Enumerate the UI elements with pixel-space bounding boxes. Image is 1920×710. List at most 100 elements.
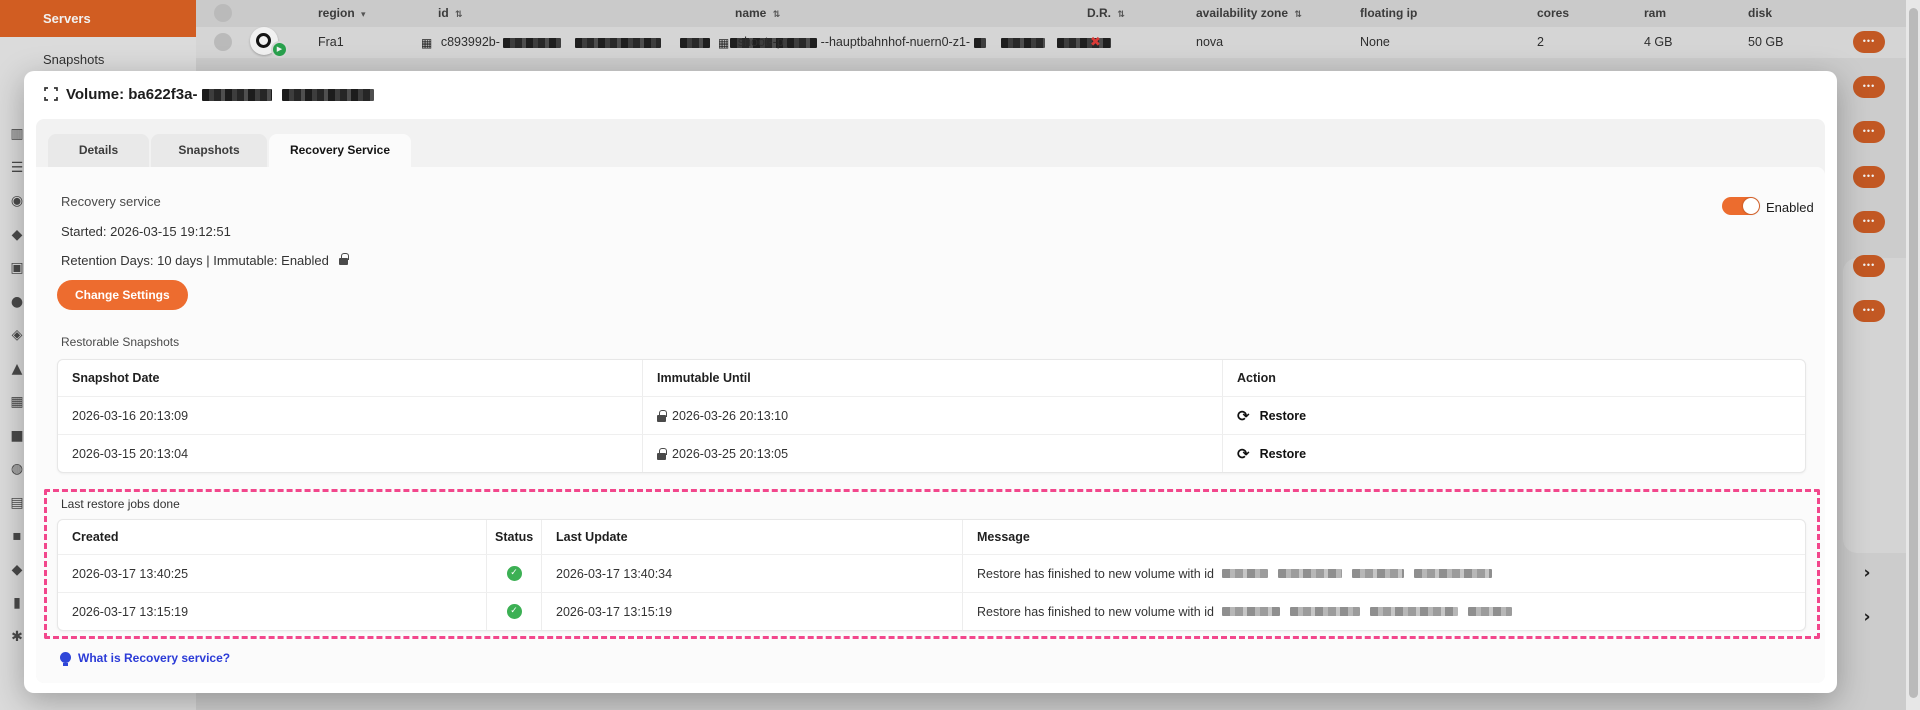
os-ring-icon — [256, 33, 271, 48]
toggle-label: Enabled — [1766, 200, 1814, 215]
cell-disk: 50 GB — [1748, 35, 1783, 49]
modal-title: Volume: ba622f3a- — [66, 86, 374, 103]
recovery-service-label: Recovery service — [61, 194, 161, 209]
column-header-floating-ip[interactable]: floating ip — [1360, 6, 1417, 20]
sort-icon: ⇅ — [773, 10, 781, 20]
recovery-started-text: Started: 2026-03-15 19:12:51 — [61, 224, 231, 239]
header-created: Created — [58, 520, 487, 554]
cell-status: ✓ — [487, 555, 542, 592]
row-actions-button[interactable]: ••• — [1853, 166, 1885, 188]
redacted-volume-id — [202, 89, 272, 101]
cell-message: Restore has finished to new volume with … — [963, 555, 1805, 592]
dr-disabled-icon: ✖ — [1090, 35, 1101, 50]
cell-cores: 2 — [1537, 35, 1544, 49]
cell-region: Fra1 — [318, 35, 344, 49]
cell-status: ✓ — [487, 593, 542, 630]
success-check-icon: ✓ — [507, 604, 522, 619]
header-status: Status — [487, 520, 542, 554]
restore-icon: ⟳ — [1237, 445, 1250, 463]
cell-snapshot-date: 2026-03-15 20:13:04 — [58, 435, 643, 472]
lock-icon — [657, 453, 666, 460]
app-root: Servers Snapshots ▥ ☰ ◉ ◆ ▣ ● ◈ ▲ ▦ ■ ◍ … — [0, 0, 1920, 710]
header-snapshot-date: Snapshot Date — [58, 360, 643, 396]
column-header-availability-zone[interactable]: availability zone ⇅ — [1196, 6, 1302, 20]
redacted-volume-id — [1352, 569, 1404, 578]
success-check-icon: ✓ — [507, 566, 522, 581]
redacted-id — [503, 38, 561, 48]
lock-icon — [657, 415, 666, 422]
fullscreen-expand-icon[interactable] — [44, 87, 58, 101]
redacted-volume-id — [1414, 569, 1492, 578]
toggle-knob — [1743, 198, 1759, 214]
restorable-snapshots-table: Snapshot Date Immutable Until Action 202… — [57, 359, 1806, 473]
cell-name: ▦ shoot--p --hauptbahnhof-nuern0-z1- — [718, 35, 1111, 50]
row-actions-button[interactable]: ••• — [1853, 255, 1885, 277]
cell-last-update: 2026-03-17 13:40:34 — [542, 555, 963, 592]
tab-details[interactable]: Details — [48, 134, 149, 167]
cell-action: ⟳ Restore — [1223, 397, 1805, 434]
cell-ram: 4 GB — [1644, 35, 1673, 49]
cell-last-update: 2026-03-17 13:15:19 — [542, 593, 963, 630]
copy-id-icon[interactable]: ▦ — [421, 36, 432, 50]
header-message: Message — [963, 520, 1805, 554]
redacted-volume-id — [282, 89, 374, 101]
cell-snapshot-date: 2026-03-16 20:13:09 — [58, 397, 643, 434]
expand-row-chevron[interactable]: › — [1858, 563, 1876, 583]
redacted-name — [787, 38, 817, 48]
expand-row-chevron[interactable]: › — [1858, 607, 1876, 627]
lightbulb-icon — [60, 652, 71, 663]
restore-button[interactable]: ⟳ Restore — [1237, 407, 1306, 425]
table-header-row: Created Status Last Update Message — [58, 520, 1805, 554]
last-restore-jobs-label: Last restore jobs done — [61, 497, 180, 511]
row-actions-button[interactable]: ••• — [1853, 31, 1885, 53]
redacted-volume-id — [1278, 569, 1342, 578]
tab-recovery-service[interactable]: Recovery Service — [269, 134, 411, 167]
table-row: 2026-03-17 13:40:25 ✓ 2026-03-17 13:40:3… — [58, 554, 1805, 592]
redacted-name — [1001, 38, 1045, 48]
redacted-id — [680, 38, 710, 48]
row-actions-button[interactable]: ••• — [1853, 300, 1885, 322]
redacted-name — [1057, 38, 1111, 48]
restore-jobs-table: Created Status Last Update Message 2026-… — [57, 519, 1806, 631]
column-header-ram[interactable]: ram — [1644, 6, 1666, 20]
tab-snapshots[interactable]: Snapshots — [151, 134, 267, 167]
cell-created: 2026-03-17 13:15:19 — [58, 593, 487, 630]
table-row: 2026-03-16 20:13:09 2026-03-26 20:13:10 … — [58, 396, 1805, 434]
change-settings-button[interactable]: Change Settings — [57, 280, 188, 310]
cell-availability-zone: nova — [1196, 35, 1223, 49]
modal-header: Volume: ba622f3a- — [24, 71, 1837, 117]
cell-immutable-until: 2026-03-26 20:13:10 — [643, 397, 1223, 434]
table-row: 2026-03-15 20:13:04 2026-03-25 20:13:05 … — [58, 434, 1805, 472]
row-checkbox[interactable] — [214, 33, 232, 51]
recovery-enabled-toggle[interactable] — [1722, 197, 1760, 215]
row-actions-button[interactable]: ••• — [1853, 121, 1885, 143]
column-header-name[interactable]: name ⇅ — [735, 6, 780, 20]
redacted-volume-id — [1222, 607, 1280, 616]
row-actions-button[interactable]: ••• — [1853, 211, 1885, 233]
select-all-checkbox[interactable] — [214, 4, 232, 22]
redacted-id — [575, 38, 661, 48]
column-header-region[interactable]: region ▾ — [318, 6, 366, 20]
column-header-cores[interactable]: cores — [1537, 6, 1569, 20]
restore-button[interactable]: ⟳ Restore — [1237, 445, 1306, 463]
power-on-icon[interactable]: ▶ — [271, 41, 288, 58]
restorable-snapshots-label: Restorable Snapshots — [61, 335, 179, 349]
restore-icon: ⟳ — [1237, 407, 1250, 425]
redacted-volume-id — [1468, 607, 1512, 616]
page-scrollbar-thumb[interactable] — [1909, 8, 1918, 698]
recovery-service-help-link[interactable]: What is Recovery service? — [78, 651, 230, 665]
row-actions-button[interactable]: ••• — [1853, 76, 1885, 98]
copy-name-icon[interactable]: ▦ — [718, 36, 729, 50]
table-header-row: Snapshot Date Immutable Until Action — [58, 360, 1805, 396]
modal-body-panel: Details Snapshots Recovery Service Recov… — [36, 119, 1825, 683]
recovery-service-tab-content: Recovery service Started: 2026-03-15 19:… — [36, 167, 1825, 683]
header-last-update: Last Update — [542, 520, 963, 554]
column-header-disk[interactable]: disk — [1748, 6, 1772, 20]
sort-icon: ⇅ — [1294, 10, 1302, 20]
column-header-dr[interactable]: D.R. ⇅ — [1087, 6, 1125, 20]
cell-action: ⟳ Restore — [1223, 435, 1805, 472]
volume-modal: Volume: ba622f3a- Details Snapshots Reco… — [24, 71, 1837, 693]
sidebar-item-servers[interactable]: Servers — [0, 0, 196, 37]
redacted-volume-id — [1222, 569, 1268, 578]
column-header-id[interactable]: id ⇅ — [438, 6, 463, 20]
